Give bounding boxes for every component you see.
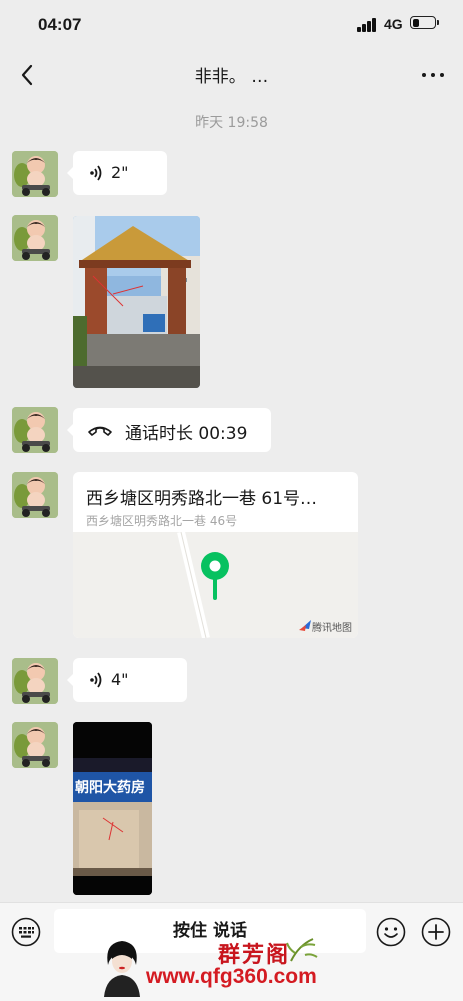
- avatar[interactable]: [12, 151, 58, 197]
- avatar-image: [12, 472, 58, 518]
- back-button[interactable]: [14, 60, 44, 90]
- voice-duration: 2": [111, 163, 129, 182]
- photo-pharmacy-image: [73, 722, 152, 895]
- keyboard-toggle-button[interactable]: [11, 917, 41, 947]
- location-card[interactable]: 西乡塘区明秀路北一巷 61号… 西乡塘区明秀路北一巷 46号 腾讯地图: [73, 472, 358, 638]
- voice-wave-icon: [90, 672, 102, 688]
- status-bar: 04:07 4G: [0, 0, 463, 50]
- network-type: 4G: [384, 16, 403, 32]
- battery-icon: [410, 16, 439, 29]
- location-name: 西乡塘区明秀路北一巷 61号…: [86, 489, 318, 509]
- location-map: 腾讯地图: [73, 531, 358, 638]
- more-functions-button[interactable]: [421, 917, 451, 947]
- avatar-image: [12, 215, 58, 261]
- image-message[interactable]: [73, 216, 200, 388]
- voice-message-bubble[interactable]: 2": [67, 151, 167, 195]
- image-message[interactable]: 朝阳大药房: [73, 722, 152, 895]
- map-credit: 腾讯地图: [312, 623, 352, 634]
- message-timestamp: 昨天 19:58: [195, 115, 268, 131]
- avatar[interactable]: [12, 215, 58, 261]
- avatar[interactable]: [12, 407, 58, 453]
- status-time: 04:07: [38, 15, 82, 34]
- woman-logo-icon: [104, 941, 140, 997]
- voice-message-bubble[interactable]: 4": [67, 658, 187, 702]
- voice-duration: 4": [111, 670, 129, 689]
- call-duration-text: 通话时长 00:39: [125, 424, 248, 444]
- photo-gate-image: [73, 216, 200, 388]
- chat-header: 非非。 …: [0, 52, 463, 96]
- watermark: 群芳阁 www.qfg360.com: [100, 935, 400, 997]
- pharmacy-sign-text: 朝阳大药房: [75, 780, 145, 796]
- phone-icon: [88, 426, 112, 436]
- chevron-left-icon: [21, 64, 33, 86]
- keyboard-icon: [11, 917, 41, 947]
- avatar-image: [12, 722, 58, 768]
- avatar-image: [12, 658, 58, 704]
- avatar[interactable]: [12, 472, 58, 518]
- chat-title: 非非。 …: [194, 67, 269, 87]
- signal-icon: [357, 18, 379, 32]
- plus-icon: [421, 917, 451, 947]
- more-options-button[interactable]: [417, 60, 449, 90]
- call-record-bubble[interactable]: 通话时长 00:39: [67, 408, 271, 452]
- watermark-url: www.qfg360.com: [146, 965, 317, 988]
- avatar[interactable]: [12, 722, 58, 768]
- voice-wave-icon: [90, 165, 102, 181]
- avatar-image: [12, 407, 58, 453]
- location-address: 西乡塘区明秀路北一巷 46号: [86, 514, 238, 528]
- bamboo-logo-icon: [286, 938, 318, 962]
- avatar-image: [12, 151, 58, 197]
- avatar[interactable]: [12, 658, 58, 704]
- map-pin-icon: [201, 552, 229, 600]
